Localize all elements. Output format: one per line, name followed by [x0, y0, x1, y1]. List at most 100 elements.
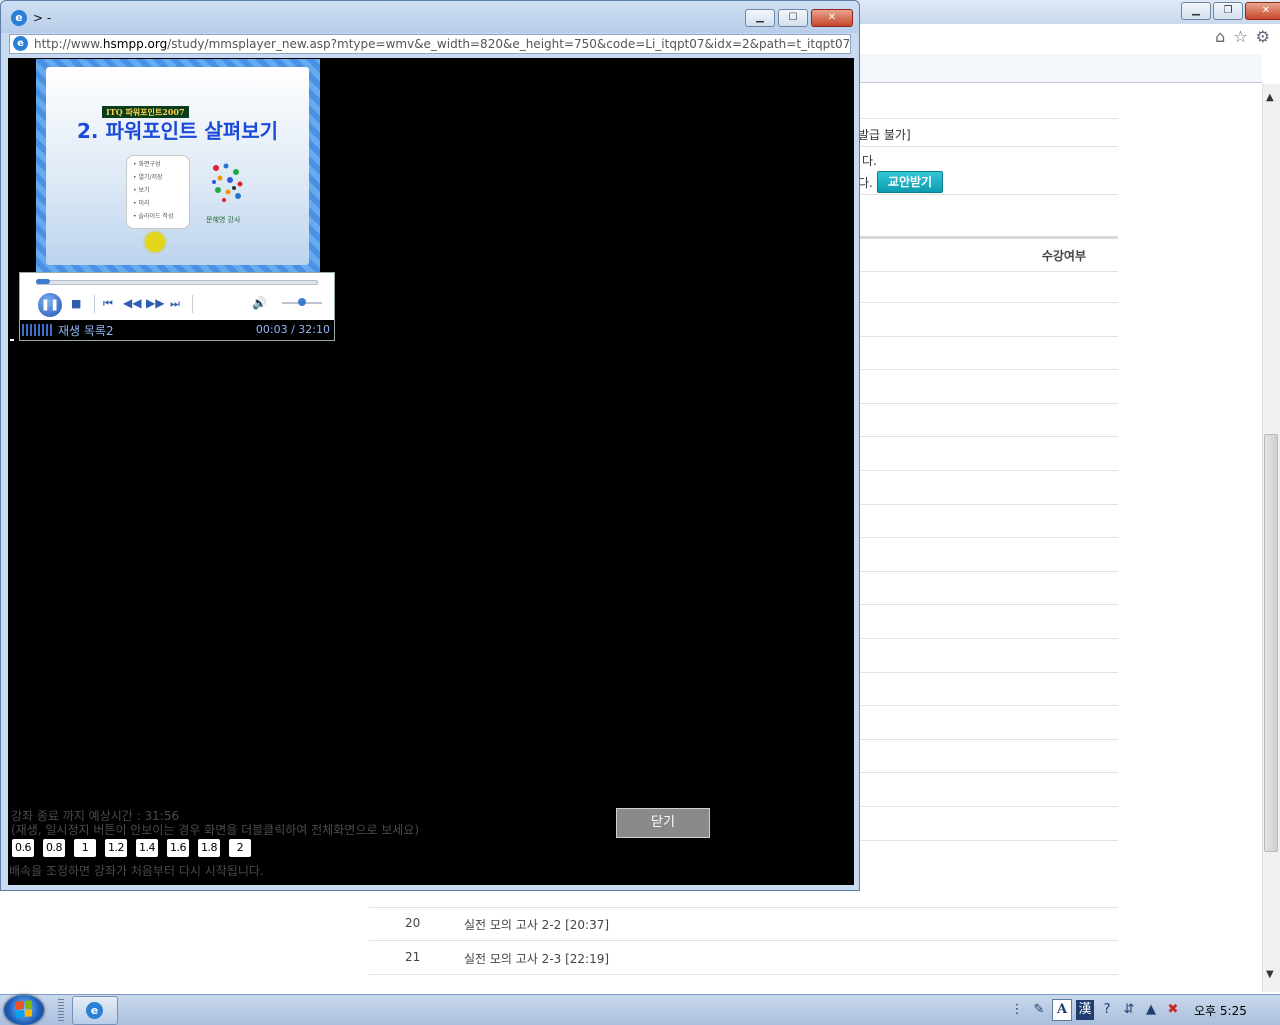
row-divider [860, 504, 1118, 505]
speed-0.8-button[interactable]: 0.8 [43, 839, 65, 857]
close-window-button[interactable]: ✕ [1245, 2, 1280, 20]
divider [860, 194, 1118, 195]
stop-icon[interactable]: ■ [71, 297, 81, 310]
taskbar: e ⋮ ✎ A 漢 ? ⇵ ▲ ✖ 오후 5:25 [0, 994, 1280, 1025]
course-note: 다. [862, 154, 877, 168]
minimize-button[interactable]: ▁ [745, 9, 775, 27]
row-divider [860, 537, 1118, 538]
close-window-button[interactable]: ✕ [811, 9, 853, 27]
row-divider [860, 739, 1118, 740]
seek-thumb[interactable] [36, 279, 51, 284]
restore-button[interactable]: ❐ [1213, 2, 1243, 20]
tray-grip-icon: ⋮ [1010, 1002, 1024, 1017]
system-tray: ⋮ ✎ A 漢 ? ⇵ ▲ ✖ [1008, 999, 1182, 1021]
gear-icon[interactable]: ⚙ [1256, 27, 1270, 46]
address-bar[interactable]: e http://www.hsmpp.org/study/mmsplayer_n… [9, 34, 851, 54]
row-divider [860, 571, 1118, 572]
scroll-up-icon[interactable]: ▲ [1266, 92, 1274, 103]
divider [860, 118, 1118, 119]
address-url[interactable]: http://www.hsmpp.org/study/mmsplayer_new… [34, 37, 849, 51]
popup-titlebar: e > - ▁ ☐ ✕ [1, 1, 859, 33]
ie-icon: e [86, 1002, 103, 1019]
slide-list: • 화면구성 • 열기/저장 • 보기 • 미리 • 슬라이드 작성 [126, 155, 190, 229]
speed-1-button[interactable]: 1 [74, 839, 96, 857]
speed-button-group: 0.6 0.8 1 1.2 1.4 1.6 1.8 2 [12, 839, 251, 857]
molecule-graphic [212, 163, 243, 202]
fullscreen-tip: (재생, 일시정지 버튼이 안보이는 경우 화면을 더블클릭하여 전체화면으로 … [11, 823, 420, 837]
start-button[interactable] [4, 995, 44, 1025]
slide-list-item: • 열기/저장 [133, 174, 163, 181]
slide-list-item: • 보기 [133, 187, 150, 194]
lecture-number: 21 [405, 950, 421, 964]
minimize-button[interactable]: ▁ [1181, 2, 1211, 20]
lecture-slide: ITQ 파워포인트2007 2. 파워포인트 살펴보기 • 화면구성 • 열기/… [46, 67, 309, 265]
previous-icon[interactable]: ⏮ [103, 297, 113, 311]
row-divider [860, 470, 1118, 471]
row-divider [860, 772, 1118, 773]
lecture-row[interactable]: 20 실전 모의 고사 2-2 [20:37] [369, 907, 1118, 941]
popup-title: > - [33, 11, 52, 25]
lecture-table-header: 수강여부 [860, 236, 1118, 272]
control-separator [94, 295, 95, 313]
lecture-row[interactable]: 21 실전 모의 고사 2-3 [22:19] [369, 941, 1118, 975]
next-icon[interactable]: ⏭ [170, 297, 180, 311]
play-time: 00:03 / 32:10 [255, 323, 330, 336]
row-divider [860, 336, 1118, 337]
scroll-thumb[interactable] [1264, 434, 1278, 852]
system-clock[interactable]: 오후 5:25 [1194, 1002, 1247, 1019]
download-material-button[interactable]: 교안받기 [877, 171, 943, 193]
ime-options-icon[interactable]: ⇵ [1120, 1000, 1138, 1020]
row-divider [860, 840, 1118, 841]
windows-logo-icon [16, 1000, 32, 1018]
speed-change-tip: 배속을 조정하면 강좌가 처음부터 다시 시작됩니다. [9, 864, 264, 878]
speed-1.6-button[interactable]: 1.6 [167, 839, 189, 857]
pause-button[interactable]: ❚❚ [38, 293, 62, 317]
playback-meter-icon [22, 324, 52, 336]
show-hidden-icons-icon[interactable]: ▲ [1142, 1000, 1160, 1020]
row-divider [860, 302, 1118, 303]
slide-list-item: • 미리 [133, 200, 150, 207]
speed-1.8-button[interactable]: 1.8 [198, 839, 220, 857]
ime-pen-icon[interactable]: ✎ [1030, 1000, 1048, 1020]
close-button[interactable]: 닫기 [616, 808, 710, 838]
volume-thumb[interactable] [298, 298, 306, 306]
slide-list-item: • 화면구성 [133, 161, 161, 168]
ie-icon: e [13, 36, 28, 51]
player-status-bar: 재생 목록2 00:03 / 32:10 [20, 320, 334, 340]
ime-language-icon[interactable]: A [1052, 999, 1072, 1021]
row-divider [860, 672, 1118, 673]
volume-icon[interactable]: 🔊 [252, 296, 267, 310]
column-status: 수강여부 [1041, 249, 1086, 263]
page-scrollbar[interactable]: ▲ ▼ [1262, 84, 1280, 992]
player-content[interactable]: ITQ 파워포인트2007 2. 파워포인트 살펴보기 • 화면구성 • 열기/… [8, 58, 854, 885]
network-disconnected-icon[interactable]: ✖ [1164, 1000, 1182, 1020]
video-frame[interactable]: ITQ 파워포인트2007 2. 파워포인트 살펴보기 • 화면구성 • 열기/… [36, 59, 320, 273]
help-icon[interactable]: ? [1098, 1000, 1116, 1020]
ime-hanja-icon[interactable]: 漢 [1076, 1000, 1094, 1020]
lecture-number: 20 [405, 916, 421, 930]
url-path: /study/mmsplayer_new.asp?mtype=wmv&e_wid… [167, 37, 849, 51]
seek-bar[interactable] [36, 279, 318, 285]
popup-window-controls: ▁ ☐ ✕ [745, 9, 853, 27]
taskbar-grip[interactable] [58, 999, 64, 1021]
speed-2-button[interactable]: 2 [229, 839, 251, 857]
lecture-title[interactable]: 실전 모의 고사 2-3 [22:19] [464, 950, 609, 967]
playlist-name: 재생 목록2 [58, 324, 114, 338]
speed-0.6-button[interactable]: 0.6 [12, 839, 34, 857]
speed-1.4-button[interactable]: 1.4 [136, 839, 158, 857]
row-divider [860, 604, 1118, 605]
star-icon[interactable]: ☆ [1233, 27, 1247, 46]
taskbar-ie-button[interactable]: e [72, 996, 118, 1025]
background-toolbar-icons: ⌂ ☆ ⚙ [1215, 27, 1270, 46]
home-icon[interactable]: ⌂ [1215, 27, 1225, 46]
row-divider [860, 369, 1118, 370]
material-note: 다. [858, 176, 873, 190]
media-player-controls: ❚❚ ■ ⏮ ◀◀ ▶▶ ⏭ 🔊 재생 목록2 00:03 / 32:10 [19, 272, 335, 341]
maximize-button[interactable]: ☐ [778, 9, 808, 27]
scroll-down-icon[interactable]: ▼ [1266, 969, 1274, 980]
fast-forward-icon[interactable]: ▶▶ [146, 296, 164, 310]
rewind-icon[interactable]: ◀◀ [123, 296, 141, 310]
lecture-title[interactable]: 실전 모의 고사 2-2 [20:37] [464, 916, 609, 933]
speed-1.2-button[interactable]: 1.2 [105, 839, 127, 857]
background-window-controls: ▁ ❐ ✕ [1181, 2, 1280, 20]
